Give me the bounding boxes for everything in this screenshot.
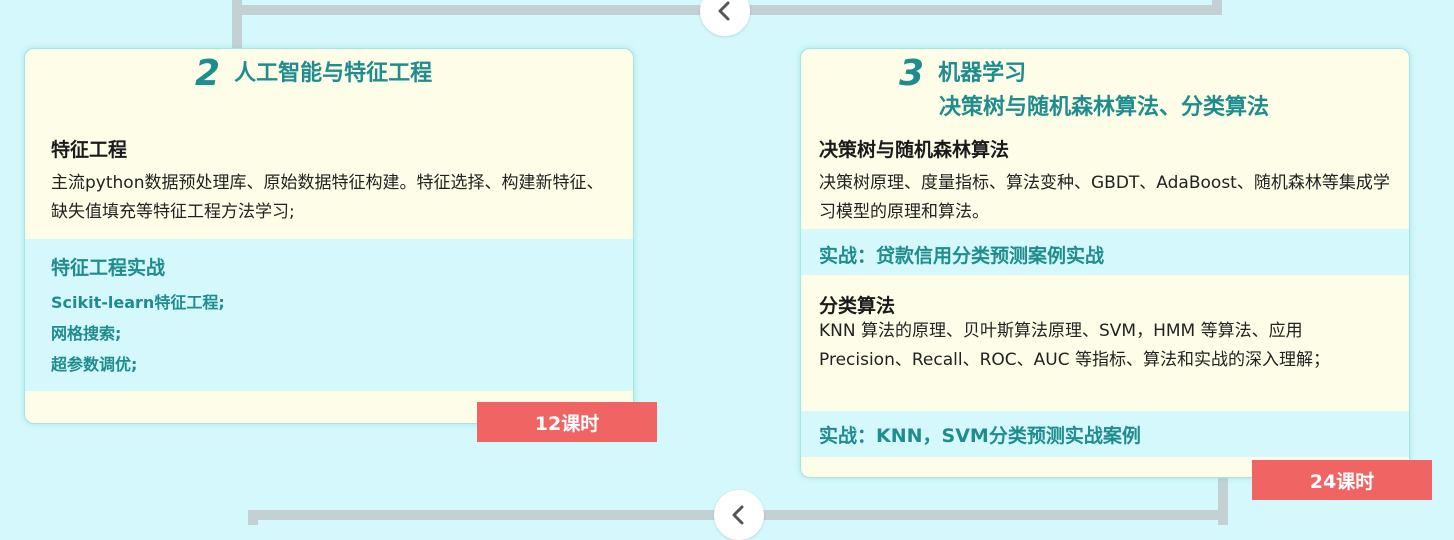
card-2-section-heading: 特征工程	[51, 139, 128, 161]
course-card-2: 2 人工智能与特征工程 特征工程 主流python数据预处理库、原始数据特征构建。…	[24, 48, 634, 424]
card-3-title-line1: 机器学习	[938, 61, 1027, 86]
course-card-3: 3 机器学习 决策树与随机森林算法、分类算法 决策树与随机森林算法 决策树原理、度…	[800, 48, 1410, 478]
card-3-section1-body: 决策树原理、度量指标、算法变种、GBDT、AdaBoost、随机森林等集成学习模…	[819, 173, 1390, 222]
card-3-title-line2: 决策树与随机森林算法、分类算法	[939, 95, 1270, 120]
card-3-practice2-band: 实战：KNN，SVM分类预测实战案例	[801, 411, 1409, 457]
card-2-practice-list: Scikit-learn特征工程; 网格搜索; 超参数调优;	[51, 287, 225, 380]
card-3-section1-heading: 决策树与随机森林算法	[819, 139, 1010, 161]
nav-previous-top[interactable]	[700, 0, 750, 36]
card-3-section2-heading: 分类算法	[819, 295, 896, 317]
card-2-title-text: 人工智能与特征工程	[234, 61, 433, 86]
card-3-practice1-title: 实战：贷款信用分类预测案例实战	[819, 245, 1105, 267]
list-item: 网格搜索;	[51, 324, 122, 343]
card-2-section-body: 主流python数据预处理库、原始数据特征构建。特征选择、构建新特征、缺失值填充…	[51, 173, 604, 222]
list-item: 超参数调优;	[51, 355, 138, 374]
card-3-number: 3	[899, 53, 925, 94]
card-2-title: 2 人工智能与特征工程	[195, 56, 433, 92]
card-3-practice1-band: 实战：贷款信用分类预测案例实战	[801, 229, 1409, 275]
card-3-hours-badge: 24课时	[1252, 460, 1432, 500]
nav-previous-bottom[interactable]	[714, 490, 764, 540]
connector-line-top-right-vertical	[1212, 0, 1222, 15]
connector-line-bottom-left-vertical	[248, 510, 258, 525]
chevron-left-icon	[714, 0, 736, 22]
card-2-practice-band: 特征工程实战 Scikit-learn特征工程; 网格搜索; 超参数调优;	[25, 239, 633, 391]
card-3-practice2-title: 实战：KNN，SVM分类预测实战案例	[819, 425, 1141, 447]
card-2-practice-title: 特征工程实战	[51, 257, 166, 279]
card-3-title: 3 机器学习	[899, 56, 1027, 92]
card-2-hours-badge: 12课时	[477, 402, 657, 442]
card-3-section2-body: KNN 算法的原理、贝叶斯算法原理、SVM，HMM 等算法、应用 Precisi…	[819, 321, 1330, 370]
list-item: Scikit-learn特征工程;	[51, 293, 225, 312]
chevron-left-icon	[728, 504, 750, 526]
card-2-number: 2	[195, 53, 221, 94]
